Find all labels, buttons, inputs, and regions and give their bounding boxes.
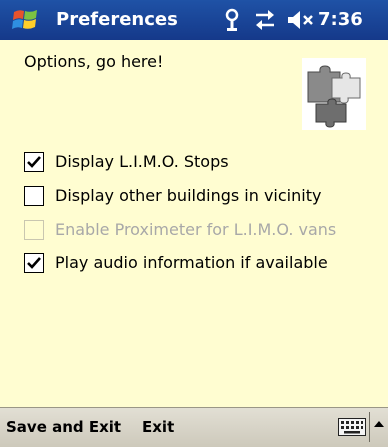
option-play-audio[interactable]: Play audio information if available <box>24 252 374 278</box>
menu-bar: Save and Exit Exit <box>0 407 388 447</box>
option-enable-proximeter: Enable Proximeter for L.I.M.O. vans <box>24 219 374 245</box>
checkmark-icon <box>27 156 41 168</box>
preferences-panel: Options, go here! Display L.I.M.O. Stops… <box>0 40 388 407</box>
save-and-exit-button[interactable]: Save and Exit <box>6 418 121 436</box>
checkmark-icon <box>27 257 41 269</box>
option-display-other-buildings[interactable]: Display other buildings in vicinity <box>24 185 374 211</box>
checkbox-display-other-buildings[interactable] <box>24 186 44 206</box>
option-label: Enable Proximeter for L.I.M.O. vans <box>55 220 337 239</box>
antenna-icon[interactable] <box>222 8 242 32</box>
puzzle-pieces-icon <box>307 65 361 128</box>
option-label: Play audio information if available <box>55 253 328 272</box>
checkbox-display-limo-stops[interactable] <box>24 152 44 172</box>
window-title: Preferences <box>56 9 178 30</box>
exit-button[interactable]: Exit <box>142 418 174 436</box>
speaker-muted-icon[interactable] <box>286 8 316 32</box>
keyboard-icon[interactable] <box>338 418 366 436</box>
options-prompt: Options, go here! <box>24 52 164 71</box>
checkbox-play-audio[interactable] <box>24 253 44 273</box>
option-display-limo-stops[interactable]: Display L.I.M.O. Stops <box>24 151 374 177</box>
windows-flag-icon[interactable] <box>10 4 42 36</box>
title-bar: Preferences 7:36 <box>0 0 388 40</box>
checkbox-enable-proximeter <box>24 220 44 240</box>
sync-arrows-icon[interactable] <box>253 8 277 32</box>
clock[interactable]: 7:36 <box>318 9 363 30</box>
option-label: Display other buildings in vicinity <box>55 186 322 205</box>
puzzle-image <box>302 58 366 130</box>
menu-separator <box>369 412 370 442</box>
option-label: Display L.I.M.O. Stops <box>55 152 229 171</box>
caret-up-icon[interactable] <box>374 420 384 428</box>
